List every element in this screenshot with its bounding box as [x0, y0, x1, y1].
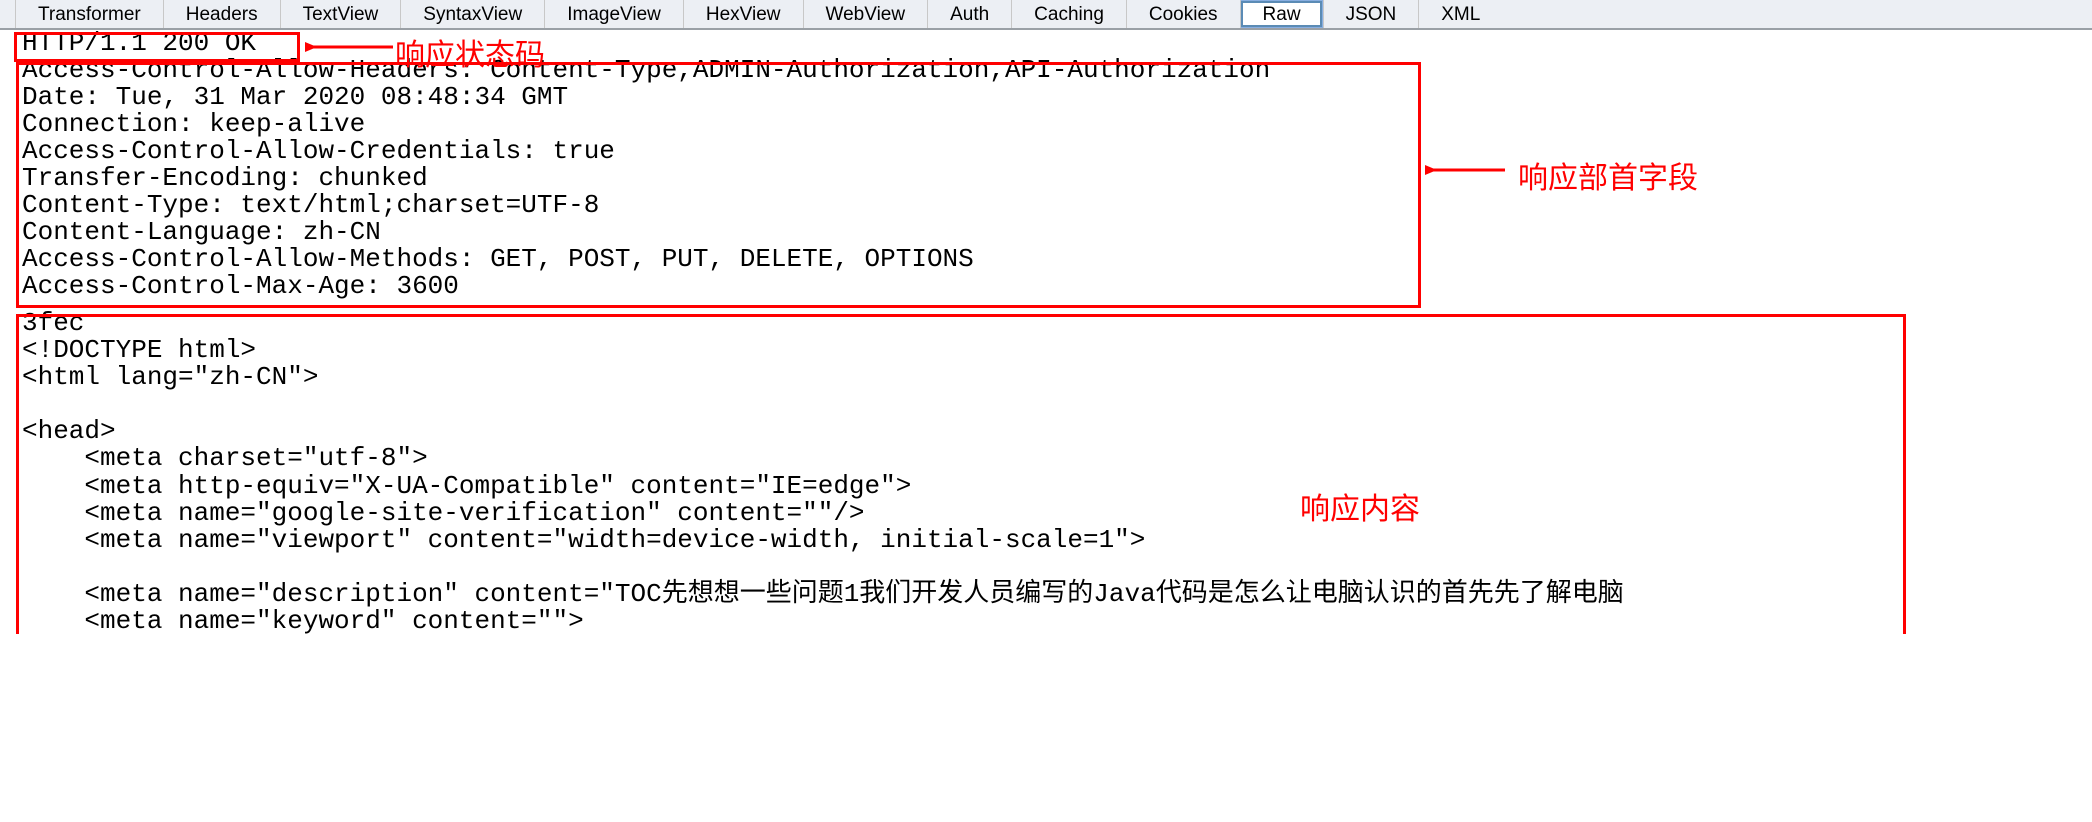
tab-webview[interactable]: WebView — [803, 0, 928, 28]
tab-transformer[interactable]: Transformer — [15, 0, 163, 28]
tab-label: JSON — [1346, 4, 1397, 26]
tab-caching[interactable]: Caching — [1011, 0, 1126, 28]
http-body-block[interactable]: 3fec <!DOCTYPE html> <html lang="zh-CN">… — [22, 310, 2092, 634]
tab-xml[interactable]: XML — [1418, 0, 1502, 28]
http-status-line[interactable]: HTTP/1.1 200 OK — [22, 30, 2092, 57]
tab-raw[interactable]: Raw — [1240, 0, 1323, 28]
tab-label: TextView — [303, 4, 379, 26]
tab-label: SyntaxView — [423, 4, 522, 26]
tab-label: HexView — [706, 4, 781, 26]
http-headers-block[interactable]: Access-Control-Allow-Headers: Content-Ty… — [22, 57, 2092, 300]
tab-auth[interactable]: Auth — [927, 0, 1011, 28]
tab-cookies[interactable]: Cookies — [1126, 0, 1240, 28]
raw-response-pane[interactable]: HTTP/1.1 200 OK Access-Control-Allow-Hea… — [0, 30, 2092, 635]
tab-label: Headers — [186, 4, 258, 26]
tab-json[interactable]: JSON — [1323, 0, 1419, 28]
tab-hexview[interactable]: HexView — [683, 0, 803, 28]
tab-label: Cookies — [1149, 4, 1218, 26]
response-tabbar: Transformer Headers TextView SyntaxView … — [0, 0, 2092, 30]
tab-label: Auth — [950, 4, 989, 26]
tab-imageview[interactable]: ImageView — [544, 0, 683, 28]
tab-label: ImageView — [567, 4, 661, 26]
tab-headers[interactable]: Headers — [163, 0, 280, 28]
tab-textview[interactable]: TextView — [280, 0, 401, 28]
tab-syntaxview[interactable]: SyntaxView — [400, 0, 544, 28]
tab-label: WebView — [826, 4, 906, 26]
tab-label: Caching — [1034, 4, 1104, 26]
tab-label: Raw — [1263, 4, 1301, 26]
tab-label: XML — [1441, 4, 1480, 26]
tab-label: Transformer — [38, 4, 141, 26]
